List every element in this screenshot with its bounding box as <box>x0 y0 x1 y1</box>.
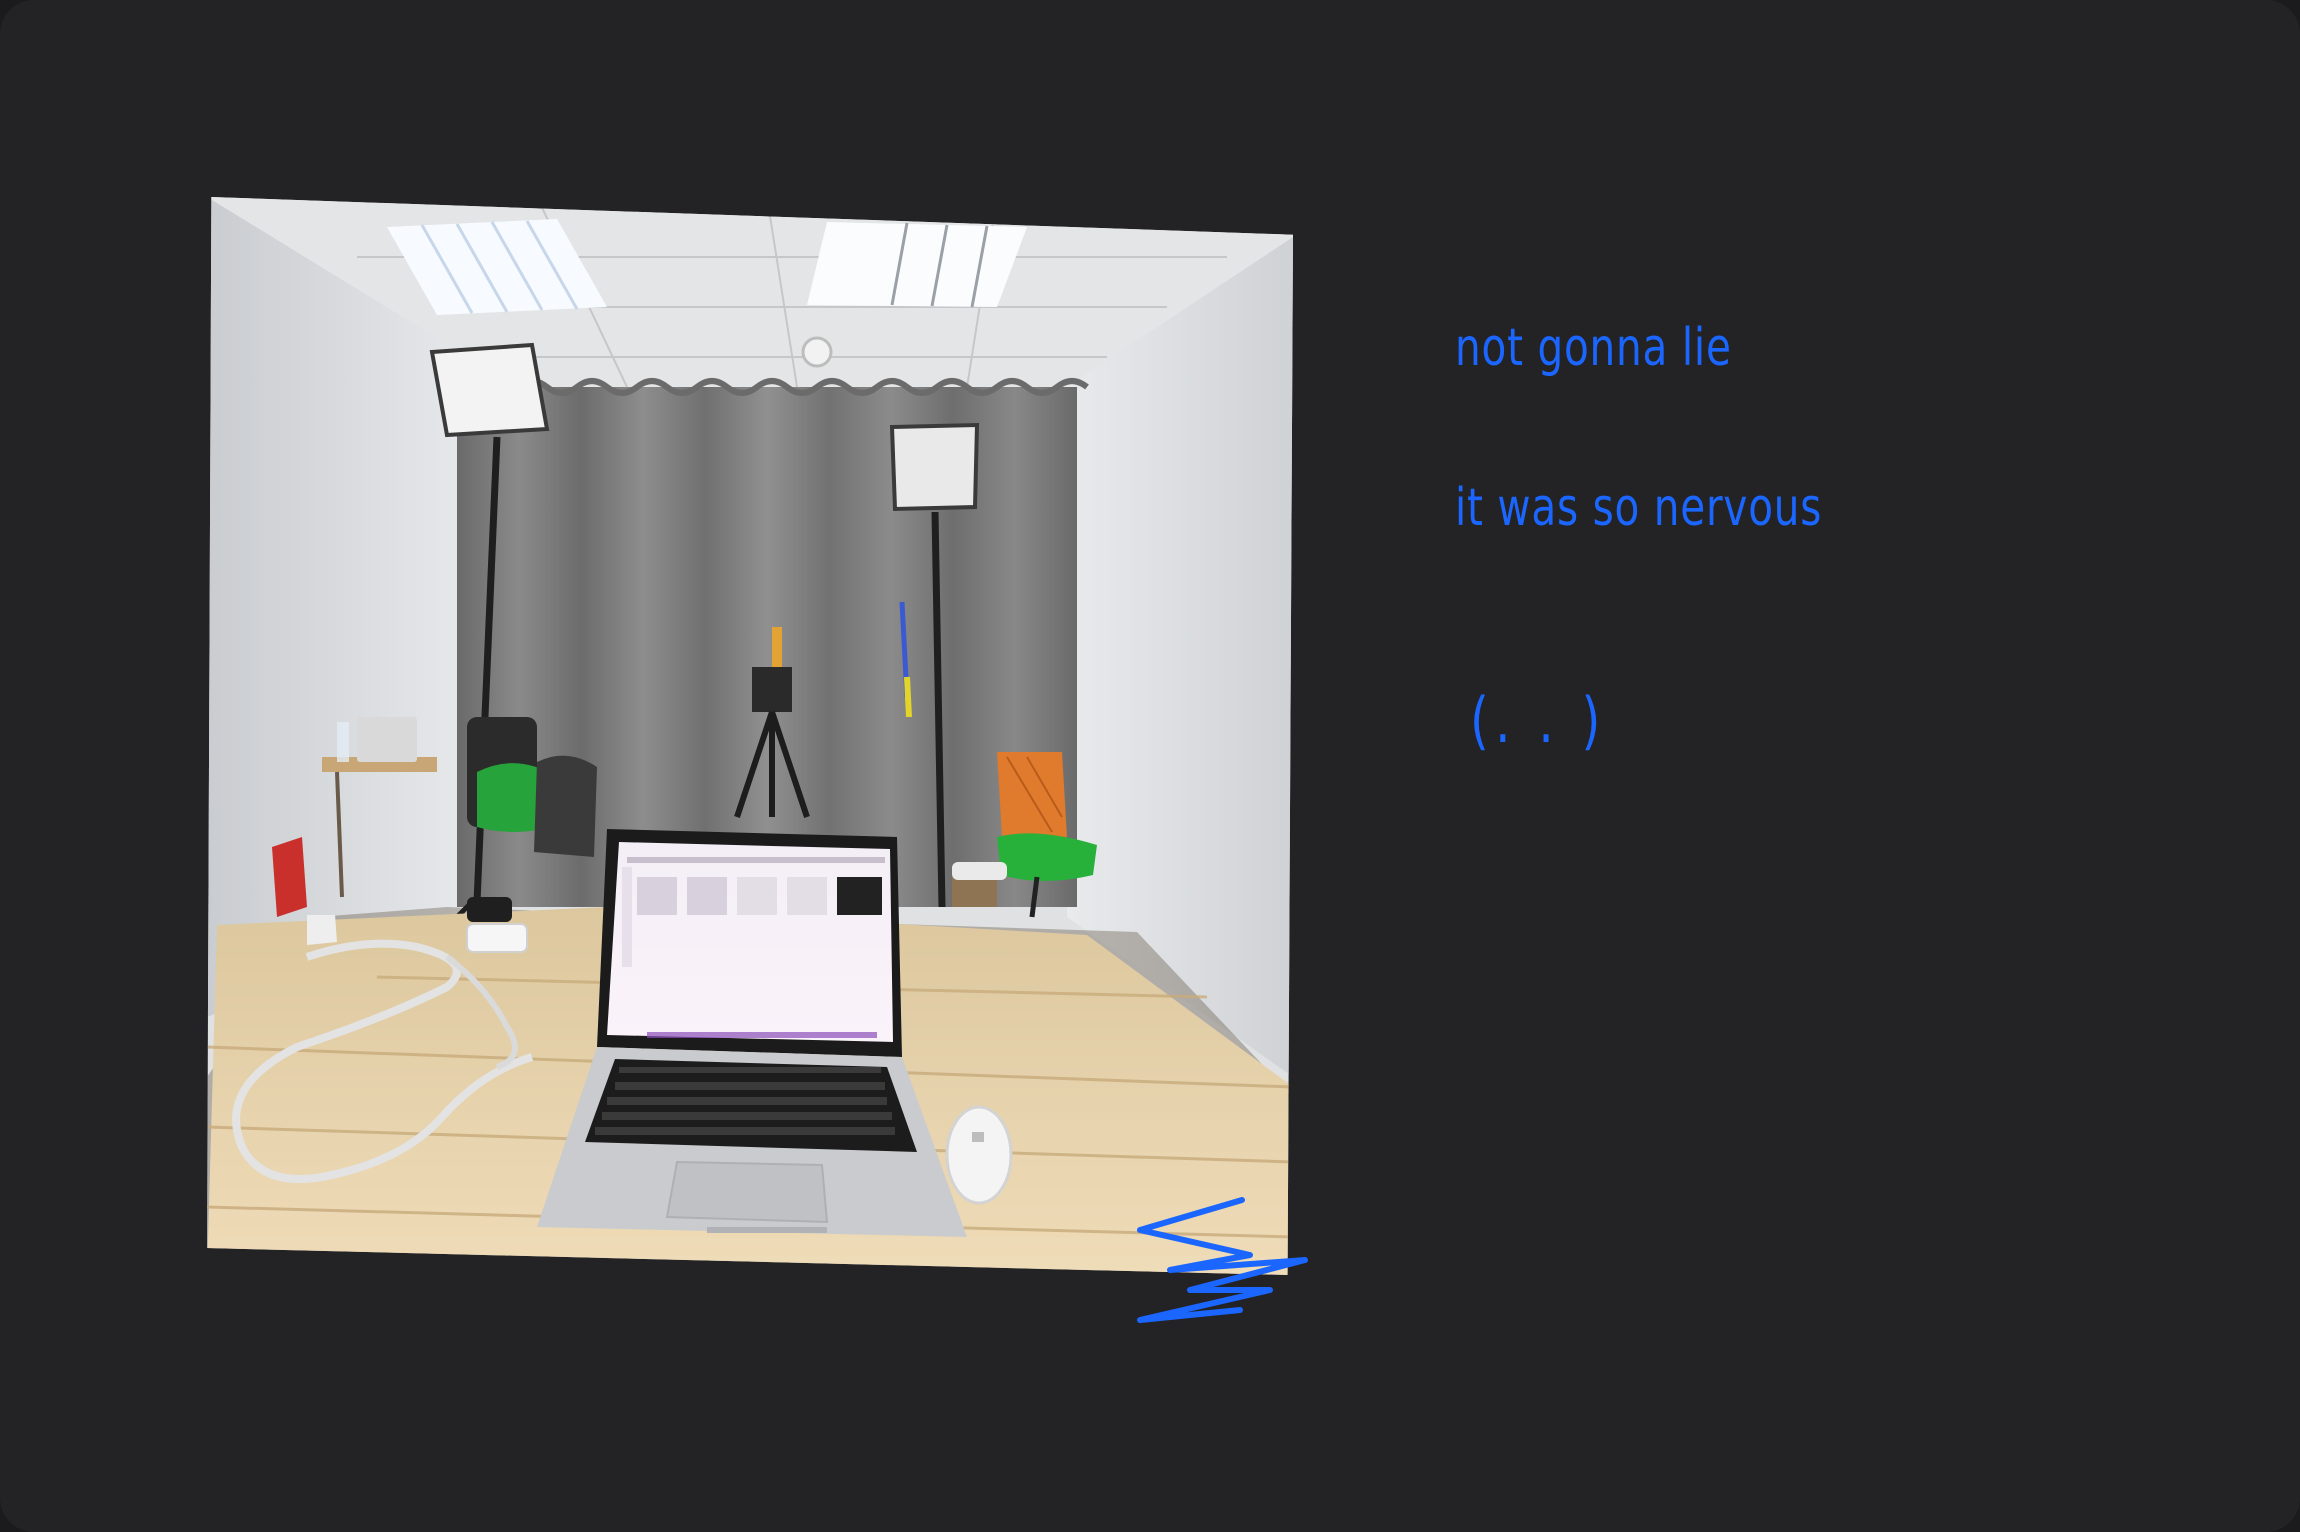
canvas: not gonna lie it was so nervous (. . ) <box>0 0 2300 1532</box>
annotation-face: (. . ) <box>1470 684 1607 757</box>
annotation-line-2: it was so nervous <box>1455 478 1823 538</box>
studio-photo <box>207 197 1293 1275</box>
studio-photo-image <box>207 197 1293 1275</box>
annotation-line-1: not gonna lie <box>1455 318 1732 378</box>
scribble-doodle <box>1137 1197 1308 1323</box>
